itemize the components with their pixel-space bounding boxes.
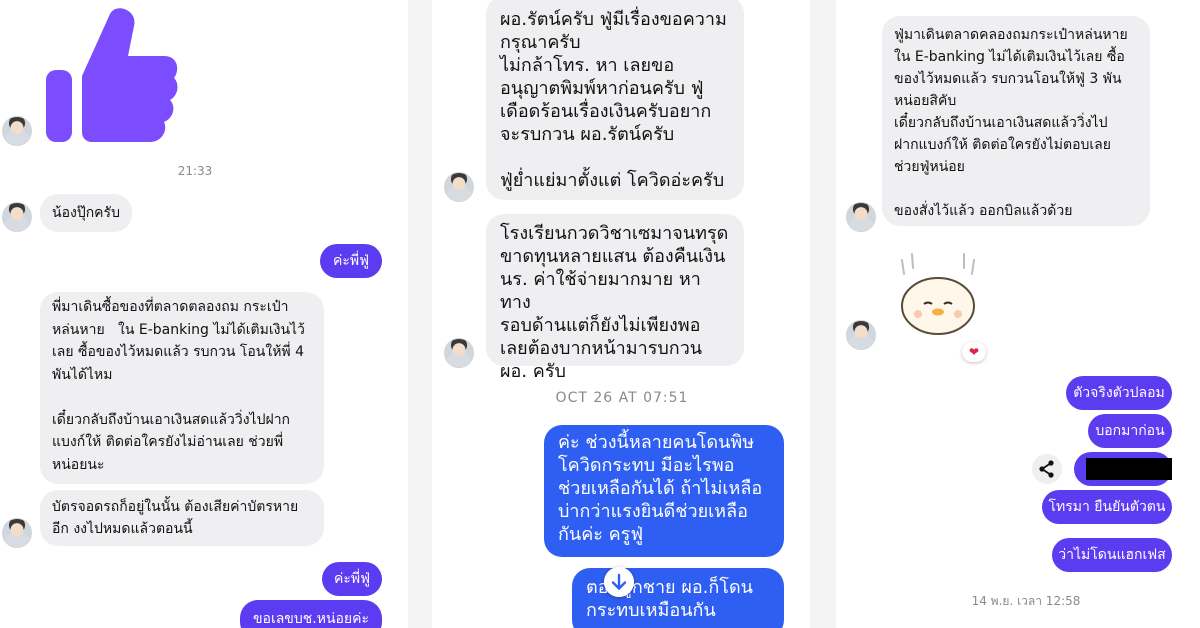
- timestamp: 14 พ.ย. เวลา 12:58: [971, 594, 1081, 608]
- panel-gap: [810, 0, 836, 628]
- avatar[interactable]: [2, 518, 32, 548]
- incoming-message[interactable]: ผอ.รัตน์ครับ ฟู่มีเรื่องขอความ กรุณาครับ…: [486, 0, 744, 200]
- chat-panel-2: ผอ.รัตน์ครับ ฟู่มีเรื่องขอความ กรุณาครับ…: [432, 0, 810, 628]
- outgoing-message[interactable]: ว่าไม่โดนแฮกเฟส: [1052, 538, 1172, 572]
- incoming-message[interactable]: โรงเรียนกวดวิชาเซมาจนทรุด ขาดทุนหลายแสน …: [486, 214, 744, 382]
- arrow-down-icon[interactable]: [604, 567, 634, 597]
- incoming-message[interactable]: พี่มาเดินซื้อของที่ตลาดตลองถม กระเป๋า หล…: [40, 292, 324, 484]
- incoming-message[interactable]: ฟู่มาเดินตลาดคลองถมกระเป๋าหล่นหาย ใน E-b…: [882, 16, 1150, 226]
- chick-sticker-icon[interactable]: [894, 250, 984, 340]
- avatar[interactable]: [2, 116, 32, 146]
- thumbs-up-icon[interactable]: [40, 4, 180, 144]
- chat-panel-1: 21:33 น้องปุ๊กครับ ค่ะพี่ฟู่ พี่มาเดินซื…: [0, 0, 408, 628]
- chat-panel-3: ฟู่มาเดินตลาดคลองถมกระเป๋าหล่นหาย ใน E-b…: [836, 0, 1200, 628]
- avatar[interactable]: [846, 320, 876, 350]
- share-icon[interactable]: [1032, 454, 1062, 484]
- outgoing-message[interactable]: ค่ะพี่ฟู่: [322, 562, 382, 596]
- outgoing-message[interactable]: ค่ะพี่ฟู่: [320, 244, 382, 278]
- outgoing-message[interactable]: ตัวจริงตัวปลอม: [1066, 376, 1172, 410]
- outgoing-message[interactable]: ขอเลขบช.หน่อยค่ะ: [240, 600, 382, 628]
- timestamp: 21:33: [177, 164, 213, 178]
- avatar[interactable]: [2, 202, 32, 232]
- panel-gap: [408, 0, 432, 628]
- outgoing-message[interactable]: บอกมาก่อน: [1088, 414, 1172, 448]
- heart-reaction[interactable]: ❤: [962, 342, 986, 362]
- incoming-message[interactable]: บัตรจอดรถก็อยู่ในนั้น ต้องเสียค่าบัตรหาย…: [40, 490, 324, 546]
- avatar[interactable]: [846, 202, 876, 232]
- timestamp: OCT 26 AT 07:51: [555, 390, 689, 406]
- redaction-block: [1086, 458, 1172, 480]
- avatar[interactable]: [444, 172, 474, 202]
- avatar[interactable]: [444, 338, 474, 368]
- incoming-message[interactable]: น้องปุ๊กครับ: [40, 194, 132, 232]
- outgoing-message[interactable]: โทรมา ยืนยันตัวตน: [1042, 490, 1172, 524]
- outgoing-message[interactable]: ค่ะ ช่วงนี้หลายคนโดนพิษ โควิดกระทบ มีอะไ…: [544, 425, 784, 557]
